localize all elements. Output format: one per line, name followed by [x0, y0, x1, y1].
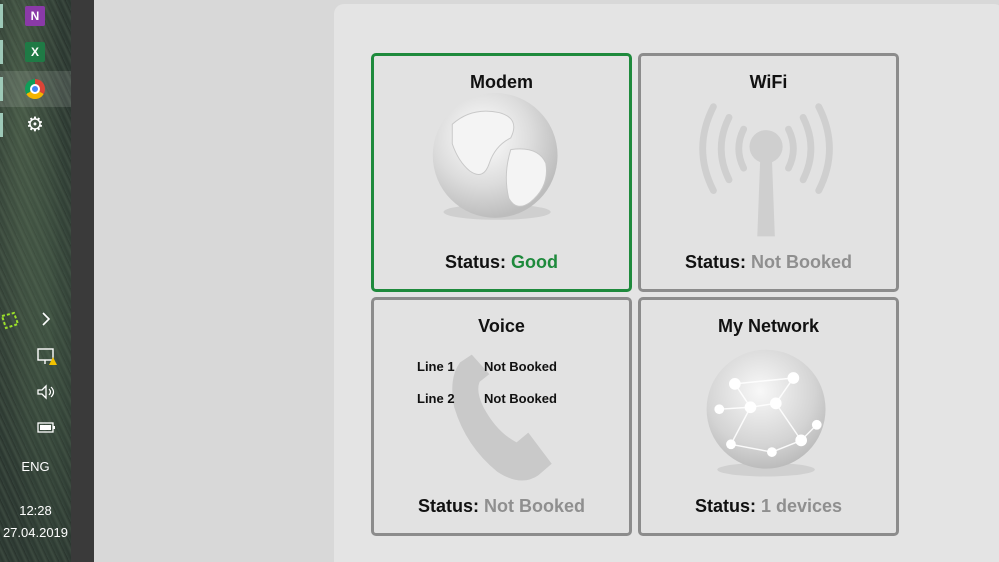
taskbar-app-onenote[interactable]: N [0, 0, 71, 34]
wifi-card[interactable]: WiFi Status: Not Booked [638, 53, 899, 292]
chrome-icon [25, 79, 45, 99]
status-value: Not Booked [484, 496, 586, 516]
taskbar-app-chrome[interactable] [0, 71, 71, 107]
taskbar: N X ⚙ ENG 12:28 27.04.2019 [0, 0, 71, 562]
battery-icon[interactable] [37, 421, 57, 435]
running-indicator [0, 113, 3, 137]
line-2-value: Not Booked [484, 391, 557, 406]
running-indicator [0, 4, 3, 28]
status-value: Good [511, 252, 559, 272]
status-label: Status: [694, 496, 756, 516]
modem-card[interactable]: Modem Status: Good [371, 53, 632, 292]
line-1-label: Line 1 [417, 359, 455, 374]
status-label: Status: [417, 496, 479, 516]
window-border [71, 0, 94, 562]
card-title: My Network [717, 316, 820, 336]
status-value: 1 devices [760, 496, 843, 516]
my-network-card[interactable]: My Network Status: 1 devices [638, 297, 899, 536]
card-title: Voice [478, 316, 525, 336]
network-warning-icon[interactable] [36, 347, 58, 367]
status-value: Not Booked [751, 252, 853, 272]
clock-time[interactable]: 12:28 [0, 503, 71, 518]
running-indicator [0, 77, 3, 101]
card-status: Status: 1 devices [641, 496, 896, 517]
clock-date[interactable]: 27.04.2019 [0, 525, 71, 540]
excel-icon: X [25, 42, 45, 62]
card-title: WiFi [749, 72, 788, 92]
card-title: Modem [470, 72, 533, 92]
language-indicator[interactable]: ENG [0, 459, 71, 474]
tray-app-icon[interactable] [0, 310, 20, 330]
voice-card[interactable]: Voice Line 1 Not Booked Line 2 Not Booke… [371, 297, 632, 536]
card-status: Status: Not Booked [374, 496, 629, 517]
card-status: Status: Good [374, 252, 629, 273]
running-indicator [0, 40, 3, 64]
show-hidden-icons-chevron-icon[interactable] [38, 310, 54, 328]
line-2-label: Line 2 [417, 391, 455, 406]
status-label: Status: [444, 252, 506, 272]
taskbar-app-settings[interactable]: ⚙ [0, 107, 71, 143]
volume-icon[interactable] [36, 383, 58, 401]
status-label: Status: [684, 252, 746, 272]
onenote-icon: N [25, 6, 45, 26]
gear-icon: ⚙ [26, 114, 44, 136]
card-status: Status: Not Booked [641, 252, 896, 273]
line-1-value: Not Booked [484, 359, 557, 374]
taskbar-app-excel[interactable]: X [0, 34, 71, 70]
